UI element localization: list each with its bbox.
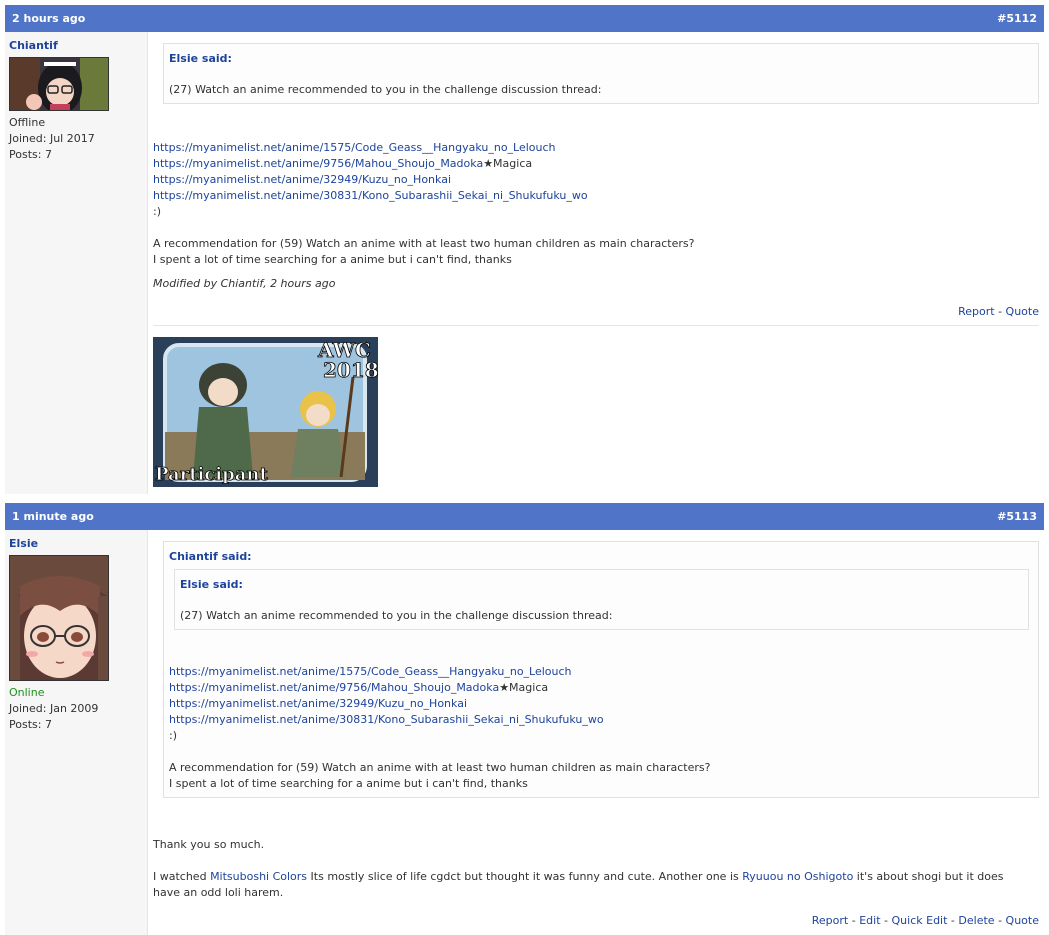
user-joined: Joined: Jul 2017 [9, 132, 95, 145]
user-posts: Posts: 7 [9, 718, 52, 731]
user-joined: Joined: Jan 2009 [9, 702, 99, 715]
separator: - [998, 305, 1003, 318]
link-kuzu[interactable]: https://myanimelist.net/anime/32949/Kuzu… [153, 172, 451, 188]
quick-edit-link[interactable]: Quick Edit [892, 914, 948, 927]
edit-link[interactable]: Edit [859, 914, 880, 927]
link-konosuba[interactable]: https://myanimelist.net/anime/30831/Kono… [153, 188, 588, 204]
outer-quote-block: Chiantif said: Elsie said: (27) Watch an… [163, 541, 1039, 798]
post-5113: 1 minute ago #5113 Elsie Online Joined: … [5, 503, 1044, 935]
quote-author-link[interactable]: Elsie said: [180, 578, 243, 591]
smile-text: :) [153, 205, 161, 218]
user-status: Online [9, 686, 45, 699]
report-link[interactable]: Report [812, 914, 848, 927]
post-actions: Report - Quote [958, 304, 1039, 320]
link-mitsuboshi-colors[interactable]: Mitsuboshi Colors [210, 870, 307, 883]
reply-text: have an odd loli harem. [153, 886, 284, 899]
signature-year: 2018 [323, 358, 378, 382]
link-code-geass[interactable]: https://myanimelist.net/anime/1575/Code_… [169, 664, 572, 680]
signature-image: AWC 2018 Participant [153, 337, 378, 487]
madoka-suffix: ★Magica [483, 157, 533, 170]
post-header: 2 hours ago #5112 [5, 5, 1044, 32]
separator: - [998, 914, 1003, 927]
post-number-link[interactable]: #5113 [997, 503, 1037, 530]
user-status: Offline [9, 116, 46, 129]
link-ryuuou-no-oshigoto[interactable]: Ryuuou no Oshigoto [742, 870, 853, 883]
reply-thanks: Thank you so much. [153, 838, 265, 851]
reply-text: I watched [153, 870, 211, 883]
post-paragraph: A recommendation for (59) Watch an anime… [153, 237, 695, 250]
modified-note: Modified by Chiantif, 2 hours ago [153, 277, 336, 290]
post-time: 1 minute ago [12, 510, 94, 523]
separator: - [884, 914, 889, 927]
quote-author-link[interactable]: Chiantif said: [169, 550, 252, 563]
post-time: 2 hours ago [12, 12, 86, 25]
link-madoka[interactable]: https://myanimelist.net/anime/9756/Mahou… [169, 681, 499, 694]
link-madoka[interactable]: https://myanimelist.net/anime/9756/Mahou… [153, 157, 483, 170]
post-body: Chiantif Offline Joined: Jul 2017 Posts: [5, 32, 1044, 494]
separator: - [851, 914, 856, 927]
post-number-link[interactable]: #5112 [997, 5, 1037, 32]
separator: - [950, 914, 955, 927]
user-info: Elsie Online Joined: Jan 2009 Posts: 7 [5, 530, 148, 935]
signature-label: Participant [155, 464, 268, 485]
link-madoka-line: https://myanimelist.net/anime/9756/Mahou… [153, 156, 532, 172]
avatar[interactable] [9, 555, 109, 681]
report-link[interactable]: Report [958, 305, 994, 318]
quote-link[interactable]: Quote [1006, 305, 1039, 318]
username-link[interactable]: Elsie [9, 537, 143, 550]
post-body: Elsie Online Joined: Jan 2009 Posts: 7 C… [5, 530, 1044, 935]
quote-paragraph: A recommendation for (59) Watch an anime… [169, 761, 711, 774]
quote-text: (27) Watch an anime recommended to you i… [180, 609, 613, 622]
user-info: Chiantif Offline Joined: Jul 2017 Posts: [5, 32, 148, 494]
reply-paragraph: I watched Mitsuboshi Colors Its mostly s… [153, 869, 1003, 885]
username-link[interactable]: Chiantif [9, 39, 143, 52]
link-kuzu[interactable]: https://myanimelist.net/anime/32949/Kuzu… [169, 696, 467, 712]
madoka-suffix: ★Magica [499, 681, 549, 694]
smile-text: :) [169, 729, 177, 742]
post-paragraph: I spent a lot of time searching for a an… [153, 253, 512, 266]
delete-link[interactable]: Delete [958, 914, 994, 927]
link-code-geass[interactable]: https://myanimelist.net/anime/1575/Code_… [153, 140, 556, 156]
quote-text: (27) Watch an anime recommended to you i… [169, 83, 602, 96]
avatar[interactable] [9, 57, 109, 111]
post-5112: 2 hours ago #5112 Chiantif Offline Joine… [5, 5, 1044, 494]
link-konosuba[interactable]: https://myanimelist.net/anime/30831/Kono… [169, 712, 604, 728]
quote-paragraph: I spent a lot of time searching for a an… [169, 777, 528, 790]
signature-divider [153, 325, 1039, 326]
user-posts: Posts: 7 [9, 148, 52, 161]
post-header: 1 minute ago #5113 [5, 503, 1044, 530]
reply-text: Its mostly slice of life cgdct but thoug… [307, 870, 743, 883]
quote-link[interactable]: Quote [1006, 914, 1039, 927]
quote-block: Elsie said: (27) Watch an anime recommen… [163, 43, 1039, 104]
post-actions: Report - Edit - Quick Edit - Delete - Qu… [812, 913, 1039, 929]
inner-quote-block: Elsie said: (27) Watch an anime recommen… [174, 569, 1029, 630]
link-madoka-line: https://myanimelist.net/anime/9756/Mahou… [169, 680, 548, 696]
quote-author-link[interactable]: Elsie said: [169, 52, 232, 65]
reply-text: it's about shogi but it does [853, 870, 1004, 883]
